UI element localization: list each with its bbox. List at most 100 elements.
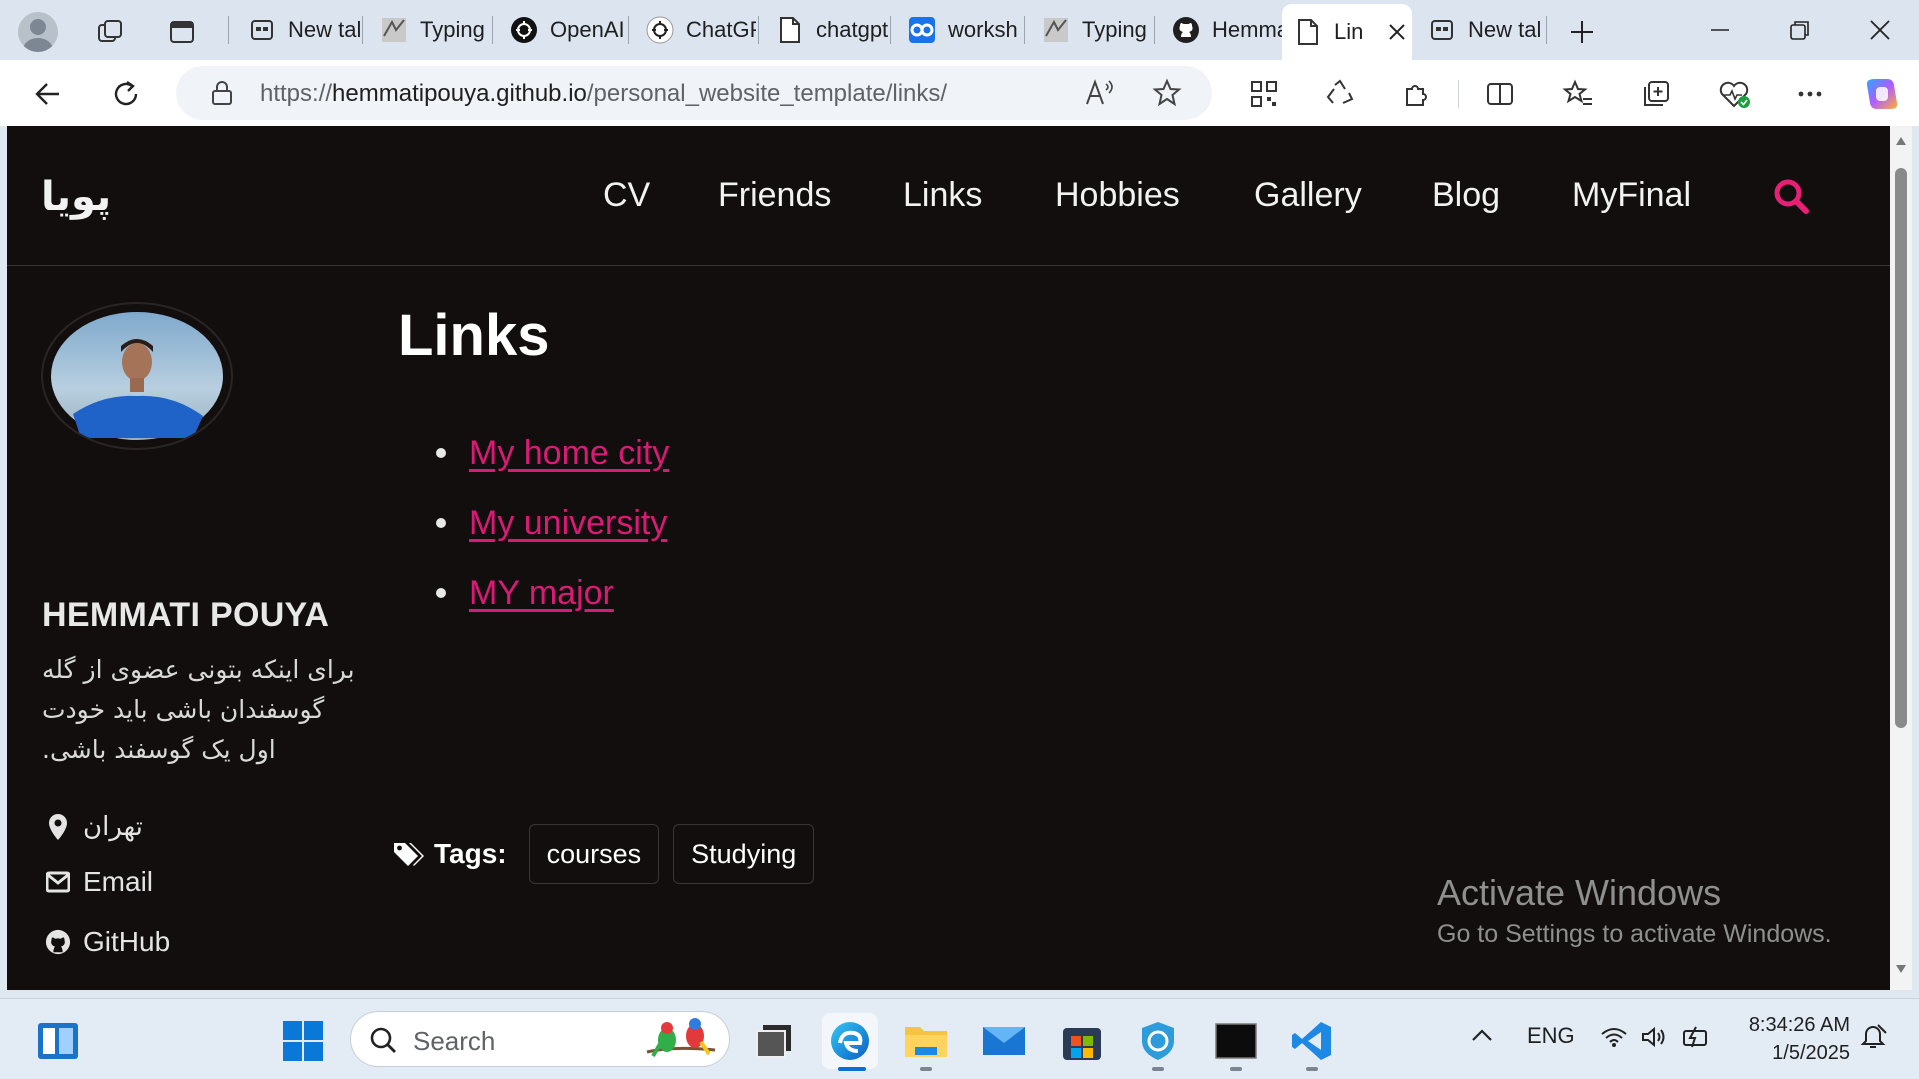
tab-typing-2[interactable]: Typing [1030, 8, 1152, 52]
minimize-icon [1711, 29, 1729, 31]
taskbar-clock[interactable]: 8:34:26 AM 1/5/2025 [1730, 1011, 1850, 1067]
tab-github[interactable]: Hemma [1160, 8, 1282, 52]
close-window-button[interactable] [1850, 8, 1910, 52]
tab-label: OpenAI [550, 17, 625, 42]
url-text[interactable]: https://hemmatipouya.github.io/personal_… [260, 80, 947, 108]
vertical-tabs-button[interactable] [162, 12, 202, 52]
tab-colab-workshop[interactable]: worksh [896, 8, 1022, 52]
search-button[interactable] [1771, 176, 1811, 216]
start-button[interactable] [275, 1013, 331, 1069]
nav-gallery[interactable]: Gallery [1254, 176, 1362, 215]
settings-more-button[interactable] [1790, 74, 1830, 114]
favorites-button[interactable] [1558, 74, 1598, 114]
bell-icon [1860, 1024, 1887, 1048]
site-title[interactable]: پویا [41, 174, 111, 220]
scroll-down-icon[interactable] [1895, 964, 1907, 974]
tab-label: chatgpt [816, 17, 888, 42]
browser-essentials-button[interactable] [1714, 74, 1754, 114]
extensions-button[interactable] [1396, 74, 1436, 114]
tab-chatgpt[interactable]: ChatGP [634, 8, 756, 52]
refresh-button[interactable] [106, 74, 146, 114]
newtab-icon [1428, 16, 1456, 44]
profile-avatar[interactable] [18, 12, 58, 52]
extension-recycle-button[interactable] [1320, 74, 1360, 114]
link-home-city[interactable]: My home city [469, 434, 669, 473]
back-button[interactable] [28, 74, 68, 114]
taskbar-file-explorer[interactable] [898, 1013, 954, 1069]
qr-code-button[interactable] [1244, 74, 1284, 114]
close-tab-icon[interactable] [1388, 23, 1406, 41]
refresh-icon [114, 81, 138, 106]
nav-blog[interactable]: Blog [1432, 176, 1500, 215]
battery-icon[interactable] [1680, 1025, 1710, 1055]
tab-links-active[interactable]: Lin [1282, 4, 1412, 60]
author-email-link[interactable]: Email [45, 866, 153, 898]
link-university[interactable]: My university [469, 504, 667, 543]
activate-windows-watermark: Activate Windows Go to Settings to activ… [1437, 872, 1832, 948]
nav-myfinal[interactable]: MyFinal [1572, 176, 1691, 215]
taskbar-mail[interactable] [976, 1013, 1032, 1069]
typing-site-icon [380, 16, 408, 44]
widgets-button[interactable] [30, 1013, 86, 1069]
taskbar-store[interactable] [1054, 1013, 1110, 1069]
read-aloud-icon[interactable] [1084, 78, 1116, 113]
mail-icon [983, 1027, 1025, 1055]
search-label: Search [413, 1026, 496, 1056]
puzzle-icon [1406, 85, 1427, 106]
workspaces-icon [98, 20, 122, 42]
heart-pulse-icon [1719, 81, 1750, 108]
tab-new-tab-2[interactable]: New tal [1416, 8, 1546, 52]
tab-chatgpt-page[interactable]: chatgpt [764, 8, 888, 52]
list-item: MY major [436, 558, 669, 628]
nav-links[interactable]: Links [903, 176, 982, 215]
tab-label: Hemma [1212, 17, 1282, 42]
page-title: Links [398, 303, 550, 368]
github-label[interactable]: GitHub [83, 926, 170, 958]
parrot-search-highlight-icon [646, 1018, 716, 1058]
task-view-button[interactable] [746, 1013, 802, 1069]
wifi-icon[interactable] [1600, 1025, 1628, 1055]
taskbar-terminal[interactable] [1208, 1013, 1264, 1069]
back-arrow-icon [35, 83, 59, 105]
restore-icon [1790, 21, 1809, 40]
scrollbar-thumb[interactable] [1895, 168, 1907, 728]
tab-label: New tal [288, 17, 360, 42]
email-label[interactable]: Email [83, 866, 153, 898]
plus-icon [1571, 21, 1593, 43]
tab-openai[interactable]: OpenAI [498, 8, 626, 52]
volume-icon[interactable] [1640, 1025, 1668, 1055]
language-indicator[interactable]: ENG [1527, 1023, 1575, 1049]
favorite-star-icon[interactable] [1152, 78, 1182, 113]
page-scrollbar[interactable] [1890, 126, 1912, 990]
author-github-link[interactable]: GitHub [45, 926, 170, 958]
notifications-button[interactable] [1858, 1021, 1888, 1057]
nav-hobbies[interactable]: Hobbies [1055, 176, 1180, 215]
collections-button[interactable] [1636, 74, 1676, 114]
taskbar-search[interactable]: Search [350, 1011, 730, 1067]
link-major[interactable]: MY major [469, 574, 614, 613]
tab-new-tab-1[interactable]: New tal [236, 8, 360, 52]
show-hidden-icons-button[interactable] [1470, 1025, 1494, 1051]
address-bar[interactable]: https://hemmatipouya.github.io/personal_… [176, 66, 1212, 120]
tag-courses[interactable]: courses [528, 824, 660, 884]
minimize-button[interactable] [1690, 8, 1750, 52]
new-tab-button[interactable] [1562, 12, 1602, 52]
nav-cv[interactable]: CV [603, 176, 650, 215]
copilot-icon [1866, 79, 1898, 109]
taskbar-vscode[interactable] [1284, 1013, 1340, 1069]
close-icon [1870, 20, 1890, 40]
tab-typing-1[interactable]: Typing [368, 8, 490, 52]
copilot-button[interactable] [1862, 74, 1902, 114]
author-avatar [41, 302, 233, 450]
nav-friends[interactable]: Friends [718, 176, 831, 215]
taskbar-edge[interactable] [822, 1013, 878, 1069]
split-screen-icon [1487, 83, 1513, 105]
map-marker-icon [45, 813, 71, 841]
split-screen-button[interactable] [1480, 74, 1520, 114]
scroll-up-icon[interactable] [1895, 136, 1907, 146]
lock-icon[interactable] [210, 80, 234, 111]
workspaces-button[interactable] [90, 12, 130, 52]
tag-studying[interactable]: Studying [673, 824, 815, 884]
taskbar-security[interactable] [1130, 1013, 1186, 1069]
restore-button[interactable] [1770, 8, 1830, 52]
